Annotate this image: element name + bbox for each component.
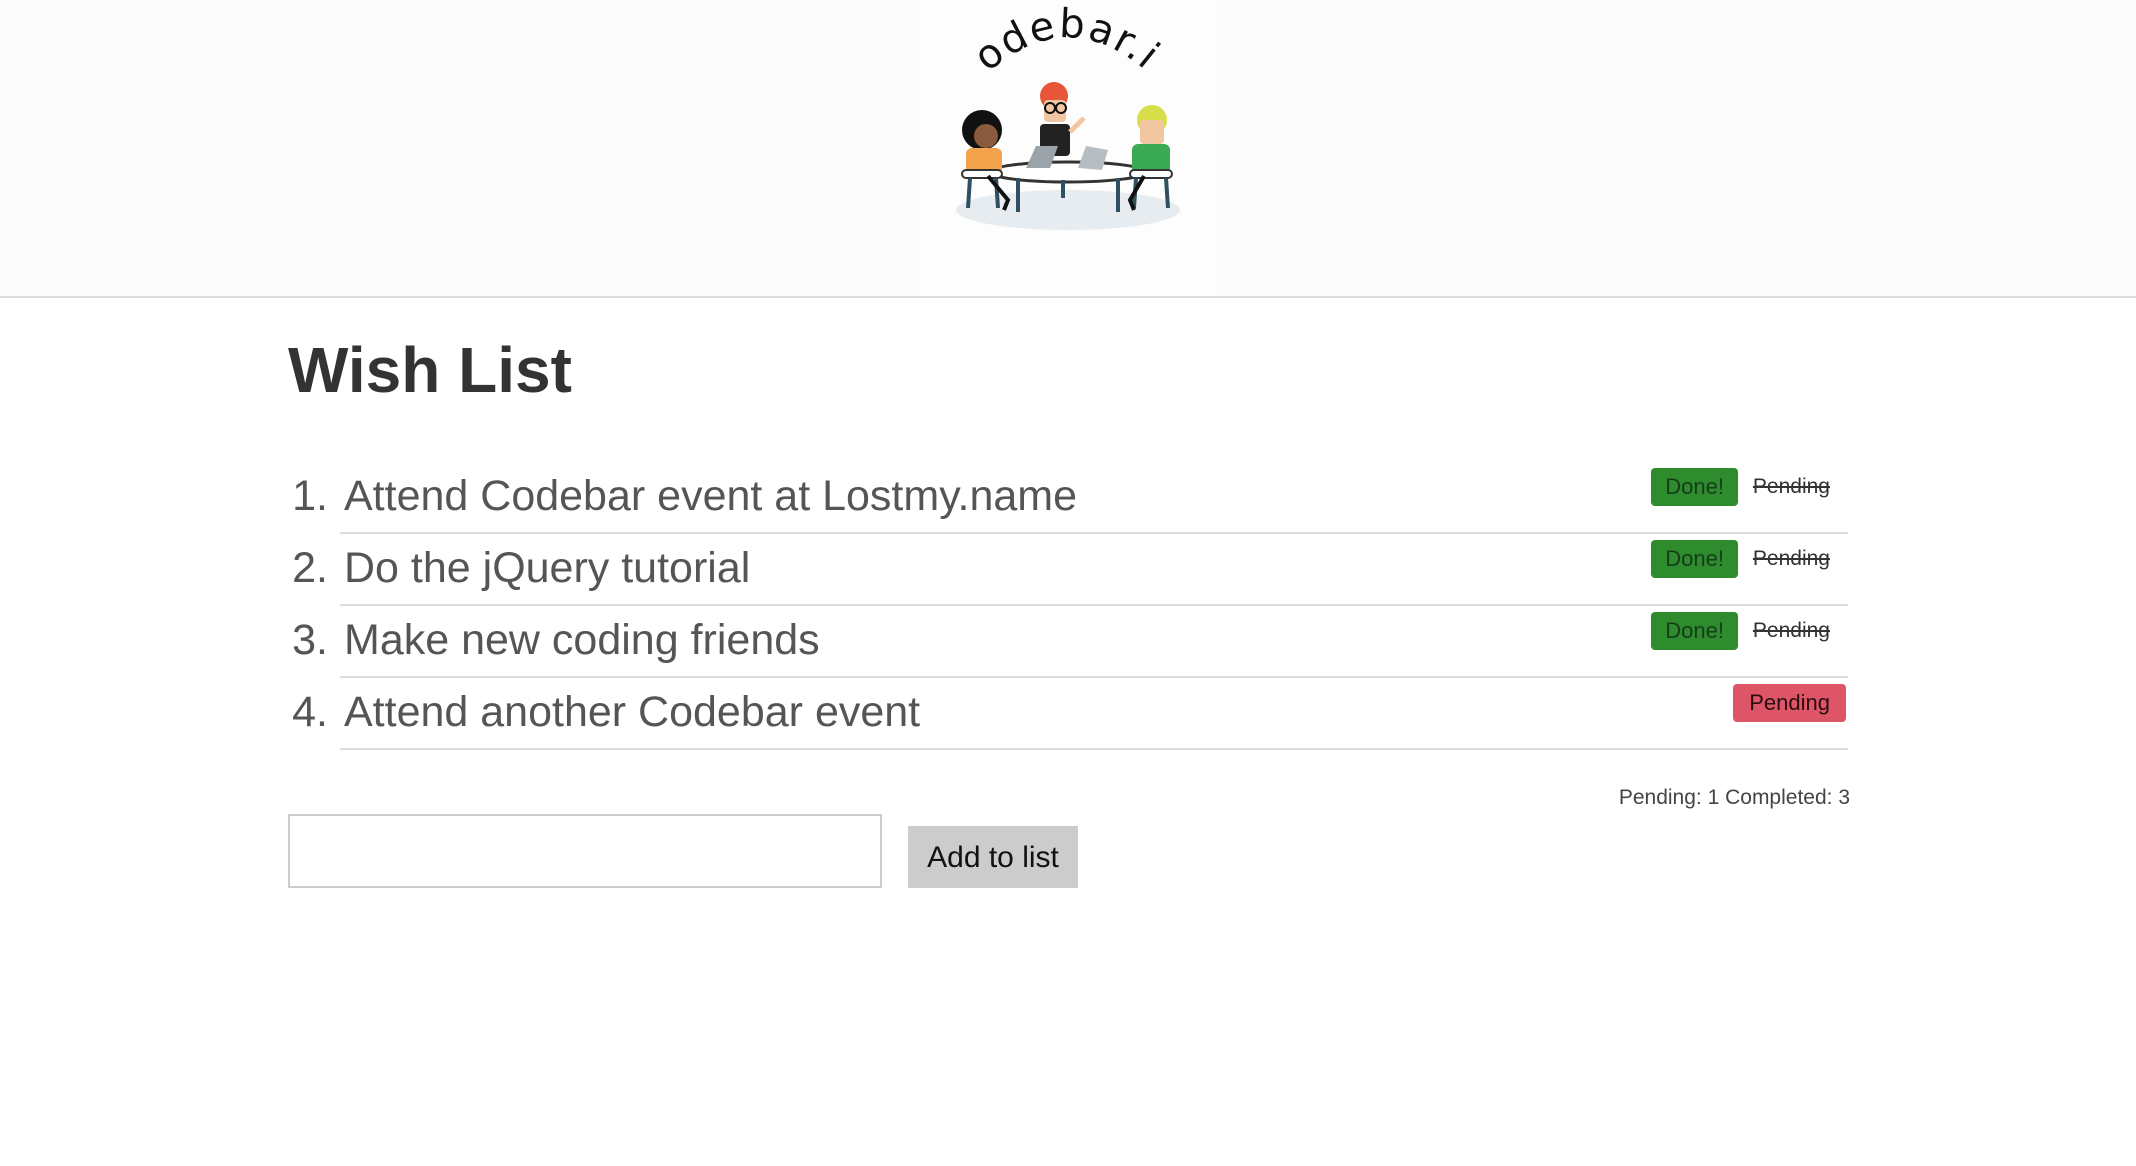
codebar-logo[interactable]: codebar.io	[918, 0, 1218, 296]
list-item-row: Make new coding friends Done! Pending	[340, 606, 1848, 678]
item-number: 2.	[292, 544, 328, 592]
item-text: Attend another Codebar event	[344, 688, 921, 736]
done-button[interactable]: Done!	[1651, 612, 1738, 650]
list-item-row: Attend Codebar event at Lostmy.name Done…	[340, 462, 1848, 534]
item-text: Attend Codebar event at Lostmy.name	[344, 472, 1078, 520]
done-button[interactable]: Done!	[1651, 468, 1738, 506]
pending-toggle[interactable]: Pending	[1753, 612, 1830, 650]
item-number: 4.	[292, 688, 328, 736]
list-item: 3. Make new coding friends Done! Pending	[284, 606, 1850, 678]
list-item-row: Attend another Codebar event Pending	[340, 678, 1848, 750]
item-number: 1.	[292, 472, 328, 520]
wish-list: 1. Attend Codebar event at Lostmy.name D…	[284, 462, 1850, 750]
logo-text: codebar.io	[918, 0, 1169, 80]
item-text: Do the jQuery tutorial	[344, 544, 751, 592]
pending-toggle[interactable]: Pending	[1753, 540, 1830, 578]
add-to-list-button[interactable]: Add to list	[908, 826, 1078, 888]
new-item-input[interactable]	[288, 814, 882, 888]
pending-toggle[interactable]: Pending	[1753, 468, 1830, 506]
item-number: 3.	[292, 616, 328, 664]
list-item: 2. Do the jQuery tutorial Done! Pending	[284, 534, 1850, 606]
site-header: codebar.io	[0, 0, 2136, 298]
list-item-row: Do the jQuery tutorial Done! Pending	[340, 534, 1848, 606]
page-title: Wish List	[288, 334, 572, 406]
pending-button[interactable]: Pending	[1733, 684, 1846, 722]
item-text: Make new coding friends	[344, 616, 820, 664]
list-item: 1. Attend Codebar event at Lostmy.name D…	[284, 462, 1850, 534]
status-summary: Pending: 1 Completed: 3	[1618, 786, 1850, 809]
codebar-logo-illustration: codebar.io	[918, 0, 1180, 230]
list-item: 4. Attend another Codebar event Pending	[284, 678, 1850, 750]
done-button[interactable]: Done!	[1651, 540, 1738, 578]
